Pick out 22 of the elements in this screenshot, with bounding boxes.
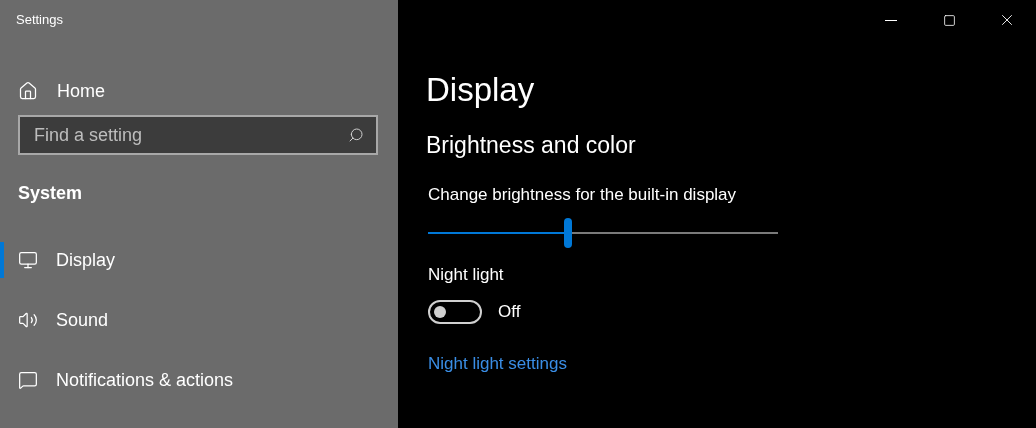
display-icon <box>18 250 38 270</box>
minimize-icon <box>885 19 897 21</box>
toggle-label: Night light <box>427 264 504 286</box>
slider-thumb[interactable] <box>564 218 572 248</box>
slider-label: Change brightness for the built-in display <box>427 184 737 206</box>
maximize-icon <box>942 13 956 27</box>
home-item[interactable]: Home <box>0 76 398 106</box>
search-icon <box>348 127 364 143</box>
sound-icon <box>18 310 38 330</box>
toggle-state: Off <box>498 301 521 323</box>
section-heading: System <box>18 181 83 205</box>
nav-item[interactable]: Notifications & actions <box>0 362 398 398</box>
nav-item[interactable]: Sound <box>0 302 398 338</box>
search-field[interactable]: Find a setting <box>18 115 378 155</box>
brightness-slider[interactable] <box>428 218 778 248</box>
page-title: Display <box>426 70 535 110</box>
home-icon <box>18 81 38 101</box>
window-title: Settings <box>16 11 63 30</box>
toggle-switch[interactable] <box>428 299 482 324</box>
settings-link[interactable]: Night light settings <box>426 352 567 375</box>
notifications-icon <box>18 370 38 390</box>
section-heading: Brightness and color <box>426 131 636 159</box>
